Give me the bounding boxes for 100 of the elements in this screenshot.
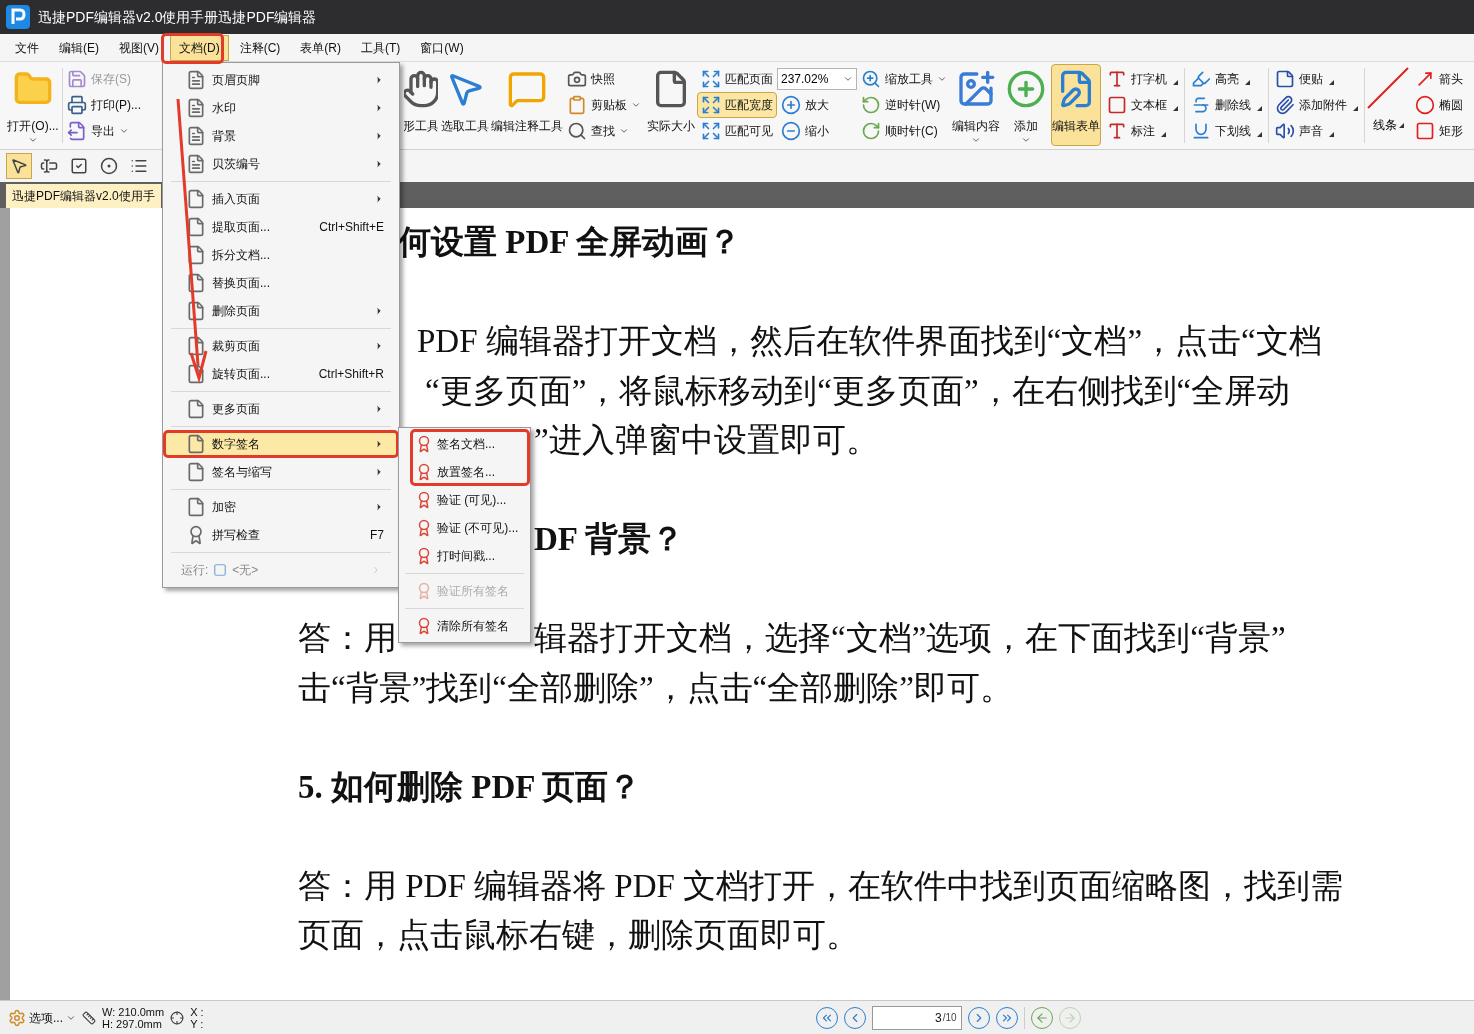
snapshot-button[interactable]: 快照 — [563, 66, 645, 92]
rotate-left-button[interactable]: 逆时针(W) — [857, 92, 951, 118]
app-logo-icon — [6, 5, 30, 29]
annotation-button[interactable]: 添加附件 — [1271, 92, 1362, 118]
menu-item[interactable]: 页眉页脚 — [163, 66, 399, 94]
annotation-button[interactable]: 打字机 — [1103, 66, 1182, 92]
dropdown-caret-icon — [28, 135, 38, 145]
menu-item[interactable]: 验证 (不可见)... — [399, 514, 530, 542]
menu-item[interactable]: 视图(V) — [110, 34, 168, 61]
edit-button[interactable]: 编辑内容 — [951, 64, 1001, 146]
corner-mark-icon — [1329, 132, 1334, 137]
rotate-right-button[interactable]: 顺时针(C) — [857, 118, 951, 144]
zoom-tool-button[interactable]: 缩放工具 — [857, 66, 951, 92]
fit-button[interactable]: 匹配可见 — [697, 118, 777, 144]
clipboard-icon — [567, 95, 587, 115]
shape-icon — [1415, 69, 1435, 89]
open-button[interactable]: 打开(O)... — [4, 64, 62, 146]
menu-item[interactable]: 贝茨编号 — [163, 150, 399, 178]
document-tab[interactable]: 迅捷PDF编辑器v2.0使用手 — [6, 184, 161, 208]
menu-item[interactable]: 更多页面 — [163, 395, 399, 423]
shape-icon — [1415, 95, 1435, 115]
corner-mark-icon — [1173, 80, 1178, 85]
zoom-select[interactable]: 237.02% — [777, 68, 857, 90]
menu-item[interactable]: 窗口(W) — [411, 34, 473, 61]
menu-item[interactable]: 清除所有签名 — [399, 612, 530, 640]
document-icon — [186, 273, 206, 293]
menu-item[interactable]: 表单(R) — [291, 34, 350, 61]
submenu-arrow-icon — [374, 103, 384, 113]
options-button[interactable]: 选项... — [8, 1008, 76, 1027]
menu-item[interactable]: 删除页面 — [163, 297, 399, 325]
submenu-arrow-icon — [374, 439, 384, 449]
zoom-out-button[interactable]: 缩小 — [777, 118, 857, 144]
select-tool-button[interactable]: 选取工具 — [439, 64, 491, 146]
shape-button[interactable]: 椭圆 — [1411, 92, 1467, 118]
window-icon — [212, 563, 229, 577]
corner-mark-icon — [1245, 80, 1250, 85]
page-number-field[interactable]: 3/10 — [871, 1005, 962, 1030]
document-icon — [186, 217, 206, 237]
annotation-button[interactable]: 便贴 — [1271, 66, 1362, 92]
edit-button[interactable]: 添加 — [1001, 64, 1051, 146]
menu-item[interactable]: 拆分文档... — [163, 241, 399, 269]
export-icon — [67, 121, 87, 141]
annotation-button[interactable]: 下划线 — [1187, 118, 1266, 144]
body-text: ”进入弹窗中设置即可。 — [534, 421, 879, 460]
actual-size-button[interactable]: 实际大小 — [645, 64, 697, 146]
zoom-tool-icon — [861, 69, 881, 89]
print-icon — [67, 95, 87, 115]
menu-item[interactable]: 工具(T) — [352, 34, 410, 61]
submenu-arrow-icon — [374, 159, 384, 169]
annotation-button[interactable]: 声音 — [1271, 118, 1362, 144]
menu-item[interactable]: 打时间戳... — [399, 542, 530, 570]
dropdown-caret-icon — [937, 74, 947, 84]
zoom-in-button[interactable]: 放大 — [777, 92, 857, 118]
corner-mark-icon — [1398, 123, 1404, 128]
menu-item[interactable]: 拼写检查 F7 — [163, 521, 399, 549]
submenu-arrow-icon — [374, 306, 384, 316]
menu-item[interactable]: 文档(D) — [170, 34, 229, 61]
annotation-button[interactable]: 高亮 — [1187, 66, 1266, 92]
menu-item[interactable]: 替换页面... — [163, 269, 399, 297]
corner-mark-icon — [1173, 106, 1178, 111]
annotation-button[interactable]: 标注 — [1103, 118, 1182, 144]
fit-button[interactable]: 匹配宽度 — [697, 92, 777, 118]
menu-item[interactable]: 文件 — [6, 34, 48, 61]
document-icon — [186, 462, 206, 482]
arrow-left-icon — [1034, 1010, 1049, 1025]
shape-button[interactable]: 矩形 — [1411, 118, 1467, 144]
menu-item[interactable]: 提取页面... Ctrl+Shift+E — [163, 213, 399, 241]
document-icon — [186, 154, 206, 174]
menu-item[interactable]: 背景 — [163, 122, 399, 150]
document-icon — [186, 98, 206, 118]
fit-button[interactable]: 匹配页面 — [697, 66, 777, 92]
menu-item[interactable]: 插入页面 — [163, 185, 399, 213]
document-icon — [186, 434, 206, 454]
menu-item[interactable]: 数字签名 — [163, 430, 399, 458]
edit-annotation-tool-button[interactable]: 编辑注释工具 — [491, 64, 563, 146]
hand-tool-button[interactable]: 形工具 — [403, 64, 439, 146]
menu-item[interactable]: 编辑(E) — [50, 34, 108, 61]
menu-item[interactable]: 旋转页面... Ctrl+Shift+R — [163, 360, 399, 388]
menu-item[interactable]: 注释(C) — [230, 34, 290, 61]
find-button[interactable]: 查找 — [563, 118, 645, 144]
zoom-out-icon — [781, 121, 801, 141]
submenu-arrow-icon — [374, 341, 384, 351]
menu-item[interactable]: 水印 — [163, 94, 399, 122]
annotation-button[interactable]: 文本框 — [1103, 92, 1182, 118]
print-button[interactable]: 打印(P)... — [63, 92, 147, 118]
line-button[interactable]: 线条 — [1365, 64, 1411, 146]
x-coordinate-text: X : — [190, 1005, 204, 1018]
menu-item[interactable]: 签名与缩写 — [163, 458, 399, 486]
edit-annotation-tool-icon — [507, 69, 547, 109]
menu-item[interactable]: 加密 — [163, 493, 399, 521]
export-button[interactable]: 导出 — [63, 118, 147, 144]
form-tool-button[interactable] — [6, 153, 32, 179]
edit-button[interactable]: 编辑表单 — [1051, 64, 1101, 146]
clipboard-button[interactable]: 剪贴板 — [563, 92, 645, 118]
shape-button[interactable]: 箭头 — [1411, 66, 1467, 92]
menu-item[interactable]: 裁剪页面 — [163, 332, 399, 360]
section-heading: 何设置 PDF 全屏动画？ — [398, 223, 742, 262]
annotation-button[interactable]: 删除线 — [1187, 92, 1266, 118]
y-coordinate-text: Y : — [190, 1017, 204, 1030]
menu-item[interactable]: 验证 (可见)... — [399, 486, 530, 514]
